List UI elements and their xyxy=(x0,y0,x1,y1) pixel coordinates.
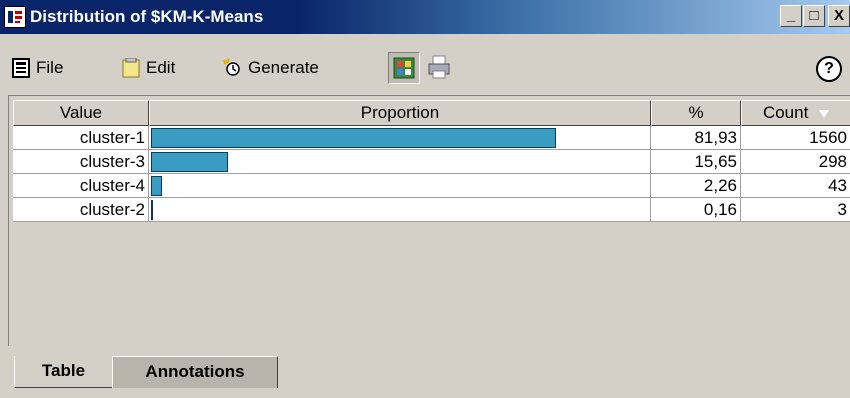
close-icon: X xyxy=(833,7,844,24)
minimize-icon: _ xyxy=(786,7,796,24)
proportion-cell xyxy=(149,150,651,174)
edit-menu-icon xyxy=(122,58,140,78)
count-cell: 1560 xyxy=(741,126,850,150)
tab-annotations[interactable]: Annotations xyxy=(112,356,278,388)
proportion-bar xyxy=(151,152,228,172)
proportion-cell xyxy=(149,126,651,150)
percent-cell: 15,65 xyxy=(651,150,741,174)
column-header-count-label: Count xyxy=(762,103,809,122)
table-row[interactable]: cluster-1 81,93 1560 xyxy=(13,126,850,150)
graph-display-icon xyxy=(393,57,415,79)
column-header-value-label: Value xyxy=(59,103,103,122)
distribution-icon xyxy=(4,6,26,28)
printer-icon xyxy=(428,55,450,79)
menu-bar: File Edit Generate ? xyxy=(0,34,850,90)
column-header-proportion-label: Proportion xyxy=(360,103,440,122)
value-cell: cluster-1 xyxy=(13,126,149,150)
display-button[interactable] xyxy=(388,52,420,84)
proportion-bar xyxy=(151,128,556,148)
column-header-proportion[interactable]: Proportion xyxy=(149,100,651,126)
proportion-cell xyxy=(149,174,651,198)
column-header-percent[interactable]: % xyxy=(651,100,741,126)
help-button[interactable]: ? xyxy=(816,56,842,82)
count-cell: 3 xyxy=(741,198,850,222)
value-cell: cluster-3 xyxy=(13,150,149,174)
generate-menu-icon xyxy=(223,58,240,76)
maximize-icon: □ xyxy=(809,7,819,24)
value-cell: cluster-4 xyxy=(13,174,149,198)
column-header-count[interactable]: Count xyxy=(741,100,850,126)
distribution-table: Value Proportion % Count cluster-1 81,93… xyxy=(8,95,850,346)
column-header-value[interactable]: Value xyxy=(13,100,149,126)
menu-edit-label: Edit xyxy=(146,58,176,77)
column-header-percent-label: % xyxy=(688,103,704,122)
menu-generate-label: Generate xyxy=(248,58,319,77)
help-icon: ? xyxy=(824,60,834,77)
count-cell: 43 xyxy=(741,174,850,198)
value-cell: cluster-2 xyxy=(13,198,149,222)
menu-generate[interactable]: Generate xyxy=(222,58,319,78)
window-title: Distribution of $KM-K-Means xyxy=(30,7,264,26)
percent-cell: 2,26 xyxy=(651,174,741,198)
minimize-button[interactable]: _ xyxy=(780,5,802,27)
count-cell: 298 xyxy=(741,150,850,174)
percent-cell: 0,16 xyxy=(651,198,741,222)
table-row[interactable]: cluster-2 0,16 3 xyxy=(13,198,850,222)
tab-table[interactable]: Table xyxy=(14,356,112,388)
proportion-bar xyxy=(151,176,162,196)
maximize-button[interactable]: □ xyxy=(803,5,825,27)
menu-edit[interactable]: Edit xyxy=(122,58,175,78)
print-button[interactable] xyxy=(424,52,456,84)
table-row[interactable]: cluster-3 15,65 298 xyxy=(13,150,850,174)
close-button[interactable]: X xyxy=(828,5,850,27)
sort-descending-icon xyxy=(819,110,830,118)
table-row[interactable]: cluster-4 2,26 43 xyxy=(13,174,850,198)
menu-file-label: File xyxy=(36,58,64,77)
title-bar[interactable]: Distribution of $KM-K-Means _ □ X xyxy=(0,0,850,34)
proportion-bar xyxy=(151,200,153,220)
percent-cell: 81,93 xyxy=(651,126,741,150)
file-menu-icon xyxy=(12,58,30,78)
menu-file[interactable]: File xyxy=(12,58,63,78)
proportion-cell xyxy=(149,198,651,222)
tab-bar: Table Annotations xyxy=(0,350,850,398)
